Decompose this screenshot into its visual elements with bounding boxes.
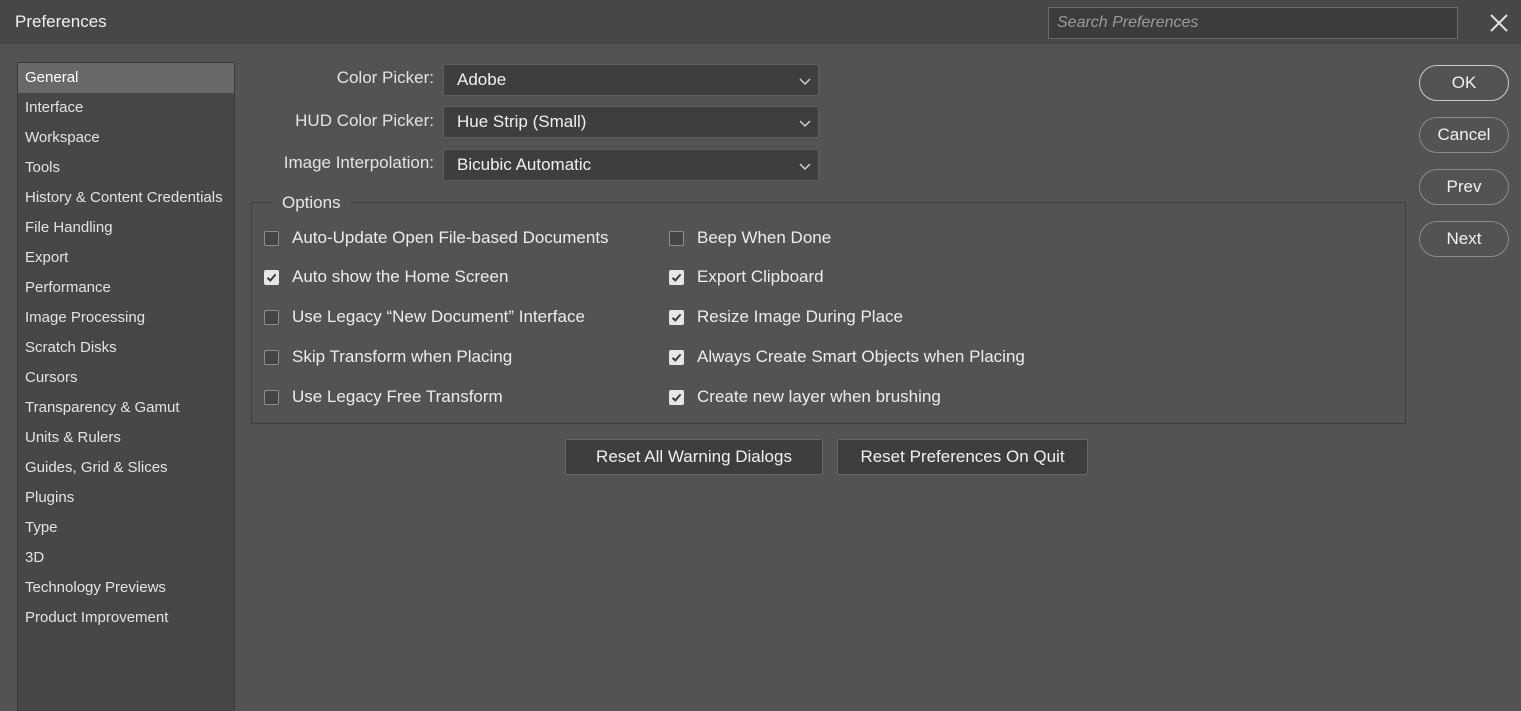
sidebar-item-plugins[interactable]: Plugins (18, 483, 234, 513)
sidebar-item-history-content-credentials[interactable]: History & Content Credentials (18, 183, 234, 213)
sidebar-item-product-improvement[interactable]: Product Improvement (18, 603, 234, 633)
option-legacy-new-document[interactable]: Use Legacy “New Document” Interface (264, 306, 585, 328)
checkbox[interactable] (669, 389, 684, 405)
option-resize-image-during-place[interactable]: Resize Image During Place (669, 306, 903, 328)
option-label: Resize Image During Place (697, 307, 903, 326)
sidebar-item-scratch-disks[interactable]: Scratch Disks (18, 333, 234, 363)
sidebar-item-export[interactable]: Export (18, 243, 234, 273)
option-auto-update-documents[interactable]: Auto-Update Open File-based Documents (264, 227, 609, 249)
sidebar-item-cursors[interactable]: Cursors (18, 363, 234, 393)
checkbox[interactable] (669, 269, 684, 285)
checkbox[interactable] (264, 349, 279, 365)
image-interpolation-value: Bicubic Automatic (457, 155, 592, 174)
checkbox[interactable] (669, 349, 684, 365)
option-skip-transform-placing[interactable]: Skip Transform when Placing (264, 346, 512, 368)
sidebar-item-3d[interactable]: 3D (18, 543, 234, 573)
image-interpolation-select[interactable]: Bicubic Automatic (443, 149, 819, 181)
cancel-button[interactable]: Cancel (1419, 117, 1509, 153)
search-preferences-input[interactable] (1048, 7, 1458, 39)
option-label: Auto show the Home Screen (292, 267, 509, 286)
option-label: Beep When Done (697, 228, 832, 247)
sidebar-item-technology-previews[interactable]: Technology Previews (18, 573, 234, 603)
checkmark-icon (671, 393, 682, 402)
checkbox[interactable] (264, 230, 279, 246)
title-bar: Preferences (0, 0, 1521, 44)
option-label: Export Clipboard (697, 267, 824, 286)
reset-preferences-on-quit-button[interactable]: Reset Preferences On Quit (837, 439, 1088, 475)
sidebar-item-transparency-gamut[interactable]: Transparency & Gamut (18, 393, 234, 423)
chevron-down-icon (799, 163, 811, 171)
checkbox[interactable] (669, 309, 684, 325)
reset-all-warning-dialogs-button[interactable]: Reset All Warning Dialogs (565, 439, 823, 475)
close-button[interactable] (1484, 8, 1514, 38)
option-create-new-layer-brushing[interactable]: Create new layer when brushing (669, 386, 941, 408)
checkmark-icon (671, 313, 682, 322)
next-button[interactable]: Next (1419, 221, 1509, 257)
sidebar-item-units-rulers[interactable]: Units & Rulers (18, 423, 234, 453)
window-title: Preferences (15, 12, 107, 31)
sidebar-item-performance[interactable]: Performance (18, 273, 234, 303)
sidebar-item-general[interactable]: General (18, 63, 234, 93)
hud-color-picker-label: HUD Color Picker: (295, 111, 434, 130)
checkbox[interactable] (264, 309, 279, 325)
preferences-dialog: Preferences General Interface Workspace … (0, 0, 1521, 711)
option-beep-when-done[interactable]: Beep When Done (669, 227, 831, 249)
checkmark-icon (671, 353, 682, 362)
checkbox[interactable] (264, 389, 279, 405)
chevron-down-icon (799, 120, 811, 128)
option-always-create-smart-objects[interactable]: Always Create Smart Objects when Placing (669, 346, 1025, 368)
option-label: Skip Transform when Placing (292, 347, 513, 366)
sidebar-item-guides-grid-slices[interactable]: Guides, Grid & Slices (18, 453, 234, 483)
prev-button[interactable]: Prev (1419, 169, 1509, 205)
chevron-down-icon (799, 78, 811, 86)
hud-color-picker-value: Hue Strip (Small) (457, 112, 587, 131)
option-legacy-free-transform[interactable]: Use Legacy Free Transform (264, 386, 503, 408)
sidebar-item-interface[interactable]: Interface (18, 93, 234, 123)
sidebar-item-tools[interactable]: Tools (18, 153, 234, 183)
close-icon (1490, 14, 1508, 32)
image-interpolation-label: Image Interpolation: (283, 153, 434, 172)
ok-button[interactable]: OK (1419, 65, 1509, 101)
option-export-clipboard[interactable]: Export Clipboard (669, 266, 824, 288)
sidebar-item-image-processing[interactable]: Image Processing (18, 303, 234, 333)
color-picker-select[interactable]: Adobe (443, 64, 819, 96)
checkbox[interactable] (669, 230, 684, 246)
hud-color-picker-select[interactable]: Hue Strip (Small) (443, 106, 819, 138)
checkmark-icon (671, 273, 682, 282)
sidebar-item-type[interactable]: Type (18, 513, 234, 543)
sidebar-item-file-handling[interactable]: File Handling (18, 213, 234, 243)
option-label: Create new layer when brushing (697, 387, 941, 406)
option-auto-show-home-screen[interactable]: Auto show the Home Screen (264, 266, 508, 288)
option-label: Always Create Smart Objects when Placing (697, 347, 1025, 366)
checkbox[interactable] (264, 269, 279, 285)
option-label: Use Legacy “New Document” Interface (292, 307, 585, 326)
color-picker-value: Adobe (457, 70, 507, 89)
options-group-title: Options (272, 193, 351, 213)
sidebar-item-workspace[interactable]: Workspace (18, 123, 234, 153)
option-label: Auto-Update Open File-based Documents (292, 228, 609, 247)
option-label: Use Legacy Free Transform (292, 387, 503, 406)
checkmark-icon (266, 273, 277, 282)
color-picker-label: Color Picker: (336, 68, 434, 87)
preferences-sidebar: General Interface Workspace Tools Histor… (17, 62, 235, 711)
